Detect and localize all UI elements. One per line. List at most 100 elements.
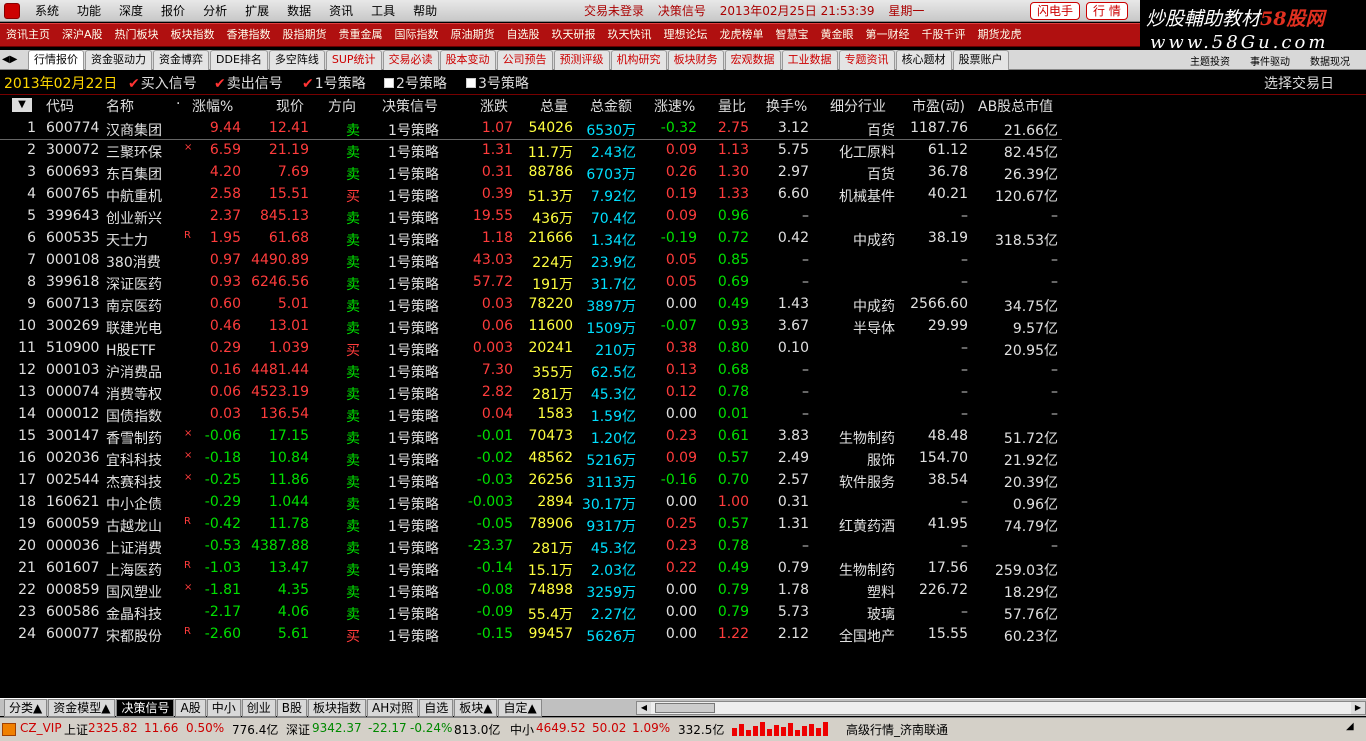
bottom-tab-6[interactable]: B股: [276, 699, 307, 717]
strategy1-checkbox[interactable]: ✔1号策略: [302, 73, 366, 93]
toolbar-link-2[interactable]: 热门板块: [109, 24, 165, 46]
tab-7[interactable]: 股本变动: [439, 50, 496, 70]
table-row[interactable]: 20 000036 上证消费 -0.53 4387.88 卖 1号策略 -23.37 281万 4…: [0, 536, 1062, 558]
column-menu-icon[interactable]: ▼: [12, 98, 32, 112]
toolbar-link-18[interactable]: 期货龙虎: [972, 24, 1028, 46]
scroll-right-icon[interactable]: ▶: [1351, 702, 1365, 714]
buy-signal-checkbox[interactable]: ✔买入信号: [128, 73, 197, 93]
tab-scroll-arrows-icon[interactable]: ◀▶: [2, 52, 26, 68]
header-volume[interactable]: 总量: [540, 96, 568, 116]
tab-15[interactable]: 核心题材: [895, 50, 952, 70]
header-volume-ratio[interactable]: 量比: [718, 96, 746, 116]
menu-item-1[interactable]: 功能: [68, 0, 110, 22]
toolbar-link-16[interactable]: 第一财经: [860, 24, 916, 46]
scroll-thumb[interactable]: [655, 703, 715, 713]
table-row[interactable]: 4 600765 中航重机 2.58 15.51 买 1号策略 0.39 51.3万 7.92亿 0…: [0, 184, 1062, 206]
tab-theme-invest[interactable]: 主题投资: [1190, 53, 1230, 68]
menu-item-7[interactable]: 资讯: [320, 0, 362, 22]
table-row[interactable]: 13 000074 消费等权 0.06 4523.19 卖 1号策略 2.82 281万 45.3…: [0, 382, 1062, 404]
tab-4[interactable]: 多空阵线: [268, 50, 325, 70]
header-change[interactable]: 涨跌: [480, 96, 508, 116]
header-speed[interactable]: 涨速%: [654, 96, 695, 116]
table-row[interactable]: 6 600535 天士力 R 1.95 61.68 卖 1号策略 1.18 21666 1.34亿 -…: [0, 228, 1062, 250]
menu-item-6[interactable]: 数据: [278, 0, 320, 22]
scroll-left-icon[interactable]: ◀: [637, 702, 651, 714]
bottom-tab-5[interactable]: 创业: [241, 699, 276, 717]
tab-5[interactable]: SUP统计: [325, 50, 382, 70]
bottom-tab-2[interactable]: 决策信号: [116, 699, 175, 717]
bottom-tab-3[interactable]: A股: [175, 699, 206, 717]
toolbar-link-15[interactable]: 黄金眼: [815, 24, 860, 46]
table-row[interactable]: 14 000012 国债指数 0.03 136.54 卖 1号策略 0.04 1583 1.59亿…: [0, 404, 1062, 426]
header-price[interactable]: 现价: [276, 96, 304, 116]
toolbar-link-17[interactable]: 千股千评: [916, 24, 972, 46]
menu-item-3[interactable]: 报价: [152, 0, 194, 22]
toolbar-link-12[interactable]: 理想论坛: [658, 24, 714, 46]
toolbar-link-6[interactable]: 贵重金属: [333, 24, 389, 46]
header-code[interactable]: 代码: [46, 96, 74, 116]
menu-item-0[interactable]: 系统: [26, 0, 68, 22]
toolbar-link-14[interactable]: 智慧宝: [770, 24, 815, 46]
sell-signal-checkbox[interactable]: ✔卖出信号: [214, 73, 283, 93]
quote-button[interactable]: 行 情: [1086, 2, 1128, 20]
menu-item-5[interactable]: 扩展: [236, 0, 278, 22]
tab-8[interactable]: 公司预告: [496, 50, 553, 70]
bottom-tab-7[interactable]: 板块指数: [307, 699, 366, 717]
table-row[interactable]: 19 600059 古越龙山 R -0.42 11.78 卖 1号策略 -0.05 78906 93…: [0, 514, 1062, 536]
toolbar-link-1[interactable]: 深沪A股: [56, 24, 109, 46]
header-name[interactable]: 名称: [106, 96, 134, 116]
tab-event-driven[interactable]: 事件驱动: [1250, 53, 1290, 68]
toolbar-link-10[interactable]: 玖天研报: [546, 24, 602, 46]
header-pe[interactable]: 市盈(动): [912, 96, 965, 116]
table-row[interactable]: 7 000108 380消费 0.97 4490.89 卖 1号策略 43.03 224万 23.…: [0, 250, 1062, 272]
tab-16[interactable]: 股票账户: [952, 50, 1009, 70]
table-row[interactable]: 11 510900 H股ETF 0.29 1.039 买 1号策略 0.003 20241 210…: [0, 338, 1062, 360]
bottom-tab-0[interactable]: 分类▲: [4, 699, 48, 717]
tab-12[interactable]: 宏观数据: [724, 50, 781, 70]
resize-grip-icon[interactable]: ◢: [1346, 721, 1354, 732]
table-row[interactable]: 3 600693 东百集团 4.20 7.69 卖 1号策略 0.31 88786 6703万 0.…: [0, 162, 1062, 184]
tab-14[interactable]: 专题资讯: [838, 50, 895, 70]
tab-13[interactable]: 工业数据: [781, 50, 838, 70]
header-industry[interactable]: 细分行业: [830, 96, 886, 116]
tab-3[interactable]: DDE排名: [210, 50, 268, 70]
bottom-tab-9[interactable]: 自选: [419, 699, 454, 717]
vip-label[interactable]: CZ_VIP: [20, 721, 62, 735]
bottom-tab-1[interactable]: 资金模型▲: [48, 699, 116, 717]
bottom-tab-4[interactable]: 中小: [206, 699, 241, 717]
select-trading-day-button[interactable]: 选择交易日: [1264, 73, 1334, 93]
menu-item-4[interactable]: 分析: [194, 0, 236, 22]
flash-trade-button[interactable]: 闪电手: [1030, 2, 1081, 20]
strategy3-checkbox[interactable]: 3号策略: [466, 73, 529, 93]
header-direction[interactable]: 方向: [328, 96, 356, 116]
table-row[interactable]: 5 399643 创业新兴 2.37 845.13 卖 1号策略 19.55 436万 70.4亿…: [0, 206, 1062, 228]
toolbar-link-9[interactable]: 自选股: [501, 24, 546, 46]
table-row[interactable]: 10 300269 联建光电 0.46 13.01 卖 1号策略 0.06 11600 1509万…: [0, 316, 1062, 338]
table-row[interactable]: 17 002544 杰赛科技 × -0.25 11.86 卖 1号策略 -0.03 26256 31…: [0, 470, 1062, 492]
bottom-tab-10[interactable]: 板块▲: [454, 699, 498, 717]
menu-item-2[interactable]: 深度: [110, 0, 152, 22]
tab-data-status[interactable]: 数据现况: [1310, 53, 1350, 68]
header-turnover[interactable]: 换手%: [766, 96, 807, 116]
header-signal[interactable]: 决策信号: [382, 96, 438, 116]
table-row[interactable]: 18 160621 中小企债 -0.29 1.044 卖 1号策略 -0.003 2894 30.…: [0, 492, 1062, 514]
toolbar-link-0[interactable]: 资讯主页: [0, 24, 56, 46]
toolbar-link-7[interactable]: 国际指数: [389, 24, 445, 46]
strategy2-checkbox[interactable]: 2号策略: [384, 73, 447, 93]
table-row[interactable]: 21 601607 上海医药 R -1.03 13.47 卖 1号策略 -0.14 15.1万 2.…: [0, 558, 1062, 580]
header-pct[interactable]: 涨幅%: [192, 96, 233, 116]
table-row[interactable]: 9 600713 南京医药 0.60 5.01 卖 1号策略 0.03 78220 3897万 0.…: [0, 294, 1062, 316]
toolbar-link-8[interactable]: 原油期货: [445, 24, 501, 46]
table-row[interactable]: 15 300147 香雪制药 × -0.06 17.15 卖 1号策略 -0.01 70473 1.…: [0, 426, 1062, 448]
table-row[interactable]: 22 000859 国风塑业 × -1.81 4.35 卖 1号策略 -0.08 74898 325…: [0, 580, 1062, 602]
toolbar-link-11[interactable]: 玖天快讯: [602, 24, 658, 46]
header-market-cap[interactable]: AB股总市值: [978, 96, 1053, 116]
header-amount[interactable]: 总金额: [590, 96, 632, 116]
table-row[interactable]: 1 600774 汉商集团 9.44 12.41 卖 1号策略 1.07 54026 6530万 -…: [0, 118, 1062, 140]
toolbar-link-5[interactable]: 股指期货: [277, 24, 333, 46]
table-row[interactable]: 24 600077 宋都股份 R -2.60 5.61 买 1号策略 -0.15 99457 562…: [0, 624, 1062, 646]
tab-0[interactable]: 行情报价: [28, 50, 84, 70]
table-row[interactable]: 2 300072 三聚环保 × 6.59 21.19 卖 1号策略 1.31 11.7万 2.43亿…: [0, 140, 1062, 162]
tab-9[interactable]: 预测评级: [553, 50, 610, 70]
tab-2[interactable]: 资金博弈: [153, 50, 209, 70]
